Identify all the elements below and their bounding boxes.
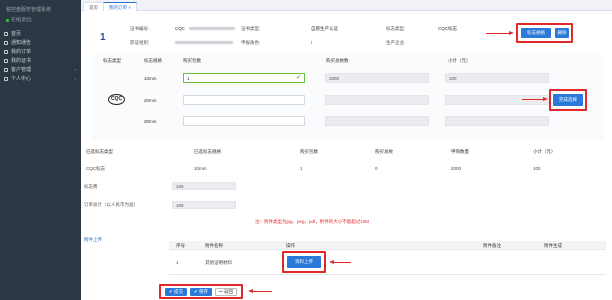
annotation-arrow [329,259,351,265]
delete-button[interactable]: 删除 [555,28,569,38]
upload-button[interactable]: 资料上传 [287,256,321,268]
att-col-generate: 附件生成 [544,243,562,248]
app-title: 税控盘服务管理系统 [6,7,52,13]
attachment-upload-tag: 附件上传 [84,237,102,242]
producer-label: 生产企业: [386,40,406,45]
user-icon [4,76,8,81]
qty-input-20mm[interactable] [183,95,305,105]
attachment-table-header [169,241,606,250]
sidebar-item-label: 我的订单 [11,49,32,55]
apply-role-label: 申报角色: [241,40,261,45]
sidebar-item-certificates[interactable]: 我的证书 [0,56,81,65]
sidebar-item-label: 通知通告 [11,40,32,46]
sel-size: 10mm [194,166,207,171]
cert-no-label: 证书编号: [130,26,150,31]
mark-fee-label: 标志费 [84,184,98,189]
sel-col-subtotal: 小计（元） [533,149,556,154]
col-mark-type: 标志类型 [103,58,121,63]
qty-input-30mm[interactable] [183,116,305,126]
total-field-10mm: 2000 [325,73,429,83]
col-total: 购买总枚数 [326,58,349,63]
order-total-field: 100 [172,201,236,209]
bell-icon [4,40,8,45]
cert-no-value: CQC [175,26,185,31]
chevron-down-icon: ‹ [74,67,76,72]
sel-col-total: 购买总枚 [375,149,393,154]
back-button[interactable]: ↩ 返回 [215,288,237,296]
main-content: 首页 我的订单 × 1 证书编号: CQC 证书类型: 自愿生产认证 标志类型:… [81,0,612,300]
mark-type-value: CQC标志 [438,26,457,31]
subtotal-field-30mm [445,116,549,126]
col-subtotal: 小计（元） [448,58,471,63]
annotation-arrow [486,30,514,36]
chevron-down-icon: ‹ [74,76,76,81]
sidebar-item-label: 我的证书 [11,58,32,64]
att-name: 其他证明材料 [205,260,232,265]
sidebar-item-profile[interactable]: 个人中心 ‹ [0,74,81,83]
sidebar-item-label: 首页 [11,31,22,37]
sel-type: CQC标志 [86,166,105,171]
sel-qty: 1 [300,166,303,171]
subtotal-field-10mm: 100 [445,73,549,83]
sel-col-qty: 购买包数 [300,149,318,154]
cert-type-label: 证书类型: [241,26,261,31]
qty-value: 1 [187,76,190,81]
att-col-no: 序号 [176,243,185,248]
total-field-30mm [325,116,429,126]
sidebar-item-home[interactable]: 首页 [0,29,81,38]
annotation-arrow [522,96,548,102]
sel-col-type: 已选标志类型 [86,149,113,154]
att-col-name: 附件名称 [205,243,223,248]
sidebar: 税控盘服务管理系统 在线[退出] 首页 通知通告 我的订单 我的证书 客户管理 ‹… [0,0,81,300]
users-icon [4,67,8,72]
save-button[interactable]: ✔ 保存 [190,288,212,296]
spec-button[interactable]: 标志规格 [521,28,551,38]
sel-subtotal: 100 [533,166,541,171]
order-icon [4,49,8,54]
home-icon [4,31,8,36]
sidebar-item-label: 个人中心 [11,76,32,82]
check-icon: ✔ [295,75,301,81]
att-no: 1 [176,260,179,265]
total-field-20mm [325,95,429,105]
submit-button[interactable]: ✔ 提交 [165,288,187,296]
user-status[interactable]: 在线[退出] [6,17,78,23]
sidebar-item-orders[interactable]: 我的订单 [0,47,81,56]
sel-col-amount: 申购数量 [451,149,469,154]
status-label: 在线[退出] [11,17,32,22]
mark-fee-field: 100 [172,182,236,190]
online-dot-icon [6,18,9,22]
size-label: 30mm [144,119,157,124]
sidebar-item-label: 客户管理 [11,67,32,73]
table-row [169,251,606,275]
order-total-label: 订单总计（以人民币为准） [84,202,138,207]
qty-input-10mm[interactable]: 1 ✔ [183,73,305,83]
sel-total: 0 [375,166,378,171]
attachment-note: 注：附件类型为jpg、png、pdf，附件的大小不能超过10M [255,219,370,224]
att-col-note: 附件备注 [483,243,501,248]
confirm-selection-button[interactable]: 完成选择 [553,94,583,106]
apply-role-value: / [311,40,313,45]
cert-type-value: 自愿生产认证 [311,26,338,31]
order-index: 1 [100,32,106,43]
size-label: 20mm [144,98,157,103]
sidebar-nav: 首页 通知通告 我的订单 我的证书 客户管理 ‹ 个人中心 ‹ [0,29,81,83]
sidebar-item-customers[interactable]: 客户管理 ‹ [0,65,81,74]
sel-col-size: 已选标志规格 [194,149,221,154]
sidebar-item-notices[interactable]: 通知通告 [0,38,81,47]
certificate-icon [4,58,8,63]
cqc-logo: CQC [108,94,125,105]
col-mark-size: 标志规格 [144,58,162,63]
tab-my-orders[interactable]: 我的订单 × [103,2,137,11]
att-col-action: 操作 [286,243,295,248]
col-qty: 购买包数 [183,58,201,63]
mark-type-label: 标志类型: [386,26,406,31]
size-label: 10mm [144,76,157,81]
org-label: 获证组织: [130,40,150,45]
tab-bar: 首页 我的订单 × [81,0,612,11]
sel-amount: 2000 [451,166,462,171]
annotation-arrow [248,288,272,294]
tab-home[interactable]: 首页 [83,2,104,11]
